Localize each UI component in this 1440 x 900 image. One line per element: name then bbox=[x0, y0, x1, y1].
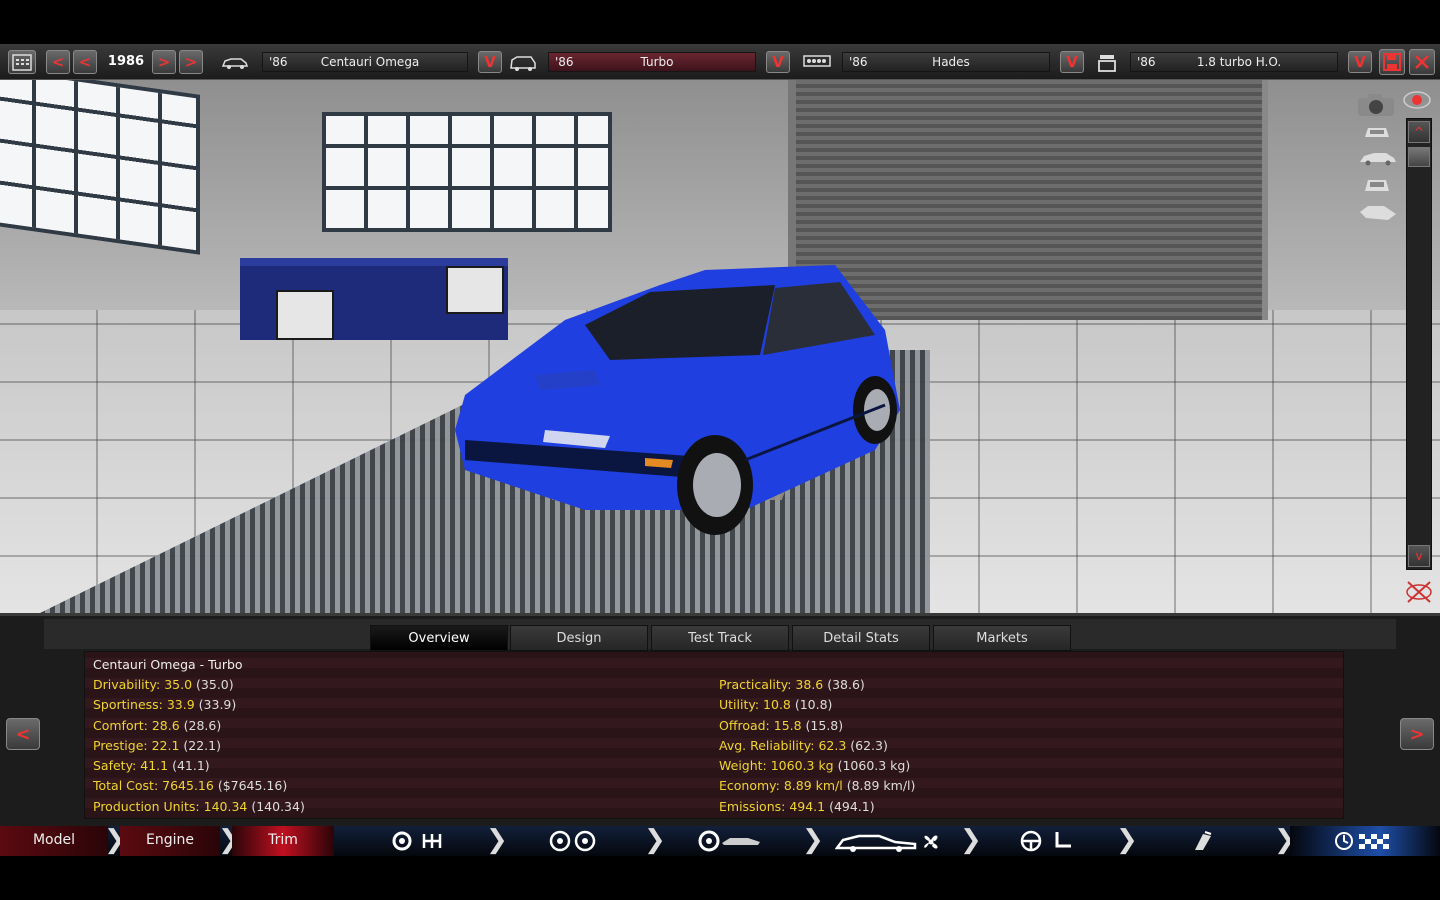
stat-drivability: Drivability: 35.0 (35.0) bbox=[93, 677, 234, 692]
record-icon[interactable] bbox=[1402, 90, 1432, 110]
engine-family-dropdown-button[interactable]: V bbox=[1060, 51, 1084, 73]
engine-select[interactable]: '86 1.8 turbo H.O. bbox=[1130, 52, 1338, 72]
nav-model[interactable]: Model bbox=[0, 826, 108, 856]
top-toolbar: < < 1986 > > '86 Centauri Omega V '86 Tu… bbox=[0, 44, 1440, 80]
nav-trim[interactable]: Trim bbox=[232, 826, 334, 856]
chevron-right-icon: ❯ bbox=[1274, 825, 1296, 855]
stat-production-units: Production Units: 140.34 (140.34) bbox=[93, 799, 305, 814]
engine-dropdown-button[interactable]: V bbox=[1348, 51, 1372, 73]
engine-year: '86 bbox=[1137, 55, 1156, 69]
info-panel: Overview Design Test Track Detail Stats … bbox=[0, 613, 1440, 826]
fuel-system-icon[interactable] bbox=[1188, 830, 1218, 852]
trim-name: Turbo bbox=[640, 55, 674, 69]
engine-name: 1.8 turbo H.O. bbox=[1196, 55, 1282, 69]
garage-window-left bbox=[0, 80, 200, 255]
viewport-zoom-scrollbar[interactable]: ^ v bbox=[1406, 118, 1432, 570]
engine-icon bbox=[1092, 54, 1122, 72]
model-select[interactable]: '86 Centauri Omega bbox=[262, 52, 468, 72]
interior-icon[interactable] bbox=[1016, 830, 1076, 852]
workbench-cabinet-left bbox=[276, 290, 334, 340]
year-forward-button[interactable]: > bbox=[152, 50, 176, 74]
tab-test-track[interactable]: Test Track bbox=[651, 625, 789, 651]
tab-detail-stats[interactable]: Detail Stats bbox=[792, 625, 930, 651]
suspension-icon[interactable] bbox=[698, 830, 762, 852]
car-model[interactable] bbox=[445, 210, 905, 540]
car-model-icon bbox=[220, 54, 250, 72]
side-view-icon[interactable] bbox=[1358, 150, 1398, 170]
stat-comfort: Comfort: 28.6 (28.6) bbox=[93, 718, 222, 733]
chevron-right-icon: ❯ bbox=[104, 825, 126, 855]
front-view-icon[interactable] bbox=[1362, 122, 1392, 142]
stat-sportiness: Sportiness: 33.9 (33.9) bbox=[93, 697, 237, 712]
car-trim-icon bbox=[508, 54, 538, 72]
car-title: Centauri Omega - Turbo bbox=[93, 657, 243, 672]
stat-safety: Safety: 41.1 (41.1) bbox=[93, 758, 210, 773]
engine-family-name: Hades bbox=[932, 55, 970, 69]
stat-total-cost: Total Cost: 7645.16 ($7645.16) bbox=[93, 778, 288, 793]
finish-flag-icon bbox=[1335, 832, 1389, 850]
engine-family-icon bbox=[802, 54, 832, 72]
chevron-right-icon: ❯ bbox=[960, 825, 982, 855]
stat-offroad: Offroad: 15.8 (15.8) bbox=[719, 718, 844, 733]
model-dropdown-button[interactable]: V bbox=[478, 51, 502, 73]
nav-engine[interactable]: Engine bbox=[120, 826, 220, 856]
rear-view-icon[interactable] bbox=[1362, 176, 1392, 196]
scroll-down-button[interactable]: v bbox=[1408, 545, 1430, 567]
perspective-view-icon[interactable] bbox=[1358, 202, 1398, 222]
scroll-up-button[interactable]: ^ bbox=[1408, 121, 1430, 143]
overview-stats-panel: Centauri Omega - Turbo Drivability: 35.0… bbox=[84, 651, 1344, 819]
stat-avg-reliability: Avg. Reliability: 62.3 (62.3) bbox=[719, 738, 888, 753]
close-icon[interactable] bbox=[1409, 49, 1435, 75]
model-year: '86 bbox=[269, 55, 288, 69]
scroll-thumb[interactable] bbox=[1408, 147, 1430, 167]
stat-prestige: Prestige: 22.1 (22.1) bbox=[93, 738, 221, 753]
chevron-right-icon: ❯ bbox=[1116, 825, 1138, 855]
tab-markets[interactable]: Markets bbox=[933, 625, 1071, 651]
chevron-right-icon: ❯ bbox=[802, 825, 824, 855]
reset-view-icon[interactable] bbox=[1404, 578, 1434, 603]
previous-page-button[interactable]: < bbox=[6, 718, 40, 750]
chevron-right-icon: ❯ bbox=[644, 825, 666, 855]
garage-viewport[interactable]: ^ v bbox=[0, 80, 1440, 613]
year-back-button[interactable]: < bbox=[73, 50, 97, 74]
camera-icon[interactable] bbox=[1356, 92, 1396, 118]
stat-practicality: Practicality: 38.6 (38.6) bbox=[719, 677, 865, 692]
designer-nav-bar: Model ❯ Engine ❯ Trim ❯ ❯ ❯ ❯ ❯ ❯ bbox=[0, 826, 1440, 856]
stat-economy: Economy: 8.89 km/l (8.89 km/l) bbox=[719, 778, 916, 793]
trim-select[interactable]: '86 Turbo bbox=[548, 52, 756, 72]
tab-overview[interactable]: Overview bbox=[370, 625, 508, 651]
calendar-icon[interactable] bbox=[8, 50, 36, 74]
trim-year: '86 bbox=[555, 55, 574, 69]
tab-design[interactable]: Design bbox=[510, 625, 648, 651]
year-display: 1986 bbox=[107, 54, 145, 69]
model-name: Centauri Omega bbox=[320, 55, 420, 69]
year-back-far-button[interactable]: < bbox=[46, 50, 70, 74]
save-icon[interactable] bbox=[1379, 49, 1405, 75]
next-page-button[interactable]: > bbox=[1400, 718, 1434, 750]
gearbox-icon[interactable] bbox=[388, 830, 448, 852]
nav-finish-section[interactable] bbox=[1290, 826, 1440, 856]
aero-cooling-icon[interactable] bbox=[834, 830, 946, 852]
stat-emissions: Emissions: 494.1 (494.1) bbox=[719, 799, 875, 814]
tab-bar: Overview Design Test Track Detail Stats … bbox=[44, 619, 1396, 651]
wheels-icon[interactable] bbox=[546, 830, 600, 852]
engine-family-year: '86 bbox=[849, 55, 868, 69]
stat-weight: Weight: 1060.3 kg (1060.3 kg) bbox=[719, 758, 911, 773]
year-forward-far-button[interactable]: > bbox=[179, 50, 203, 74]
trim-dropdown-button[interactable]: V bbox=[766, 51, 790, 73]
stat-utility: Utility: 10.8 (10.8) bbox=[719, 697, 833, 712]
chevron-right-icon: ❯ bbox=[486, 825, 508, 855]
engine-family-select[interactable]: '86 Hades bbox=[842, 52, 1050, 72]
